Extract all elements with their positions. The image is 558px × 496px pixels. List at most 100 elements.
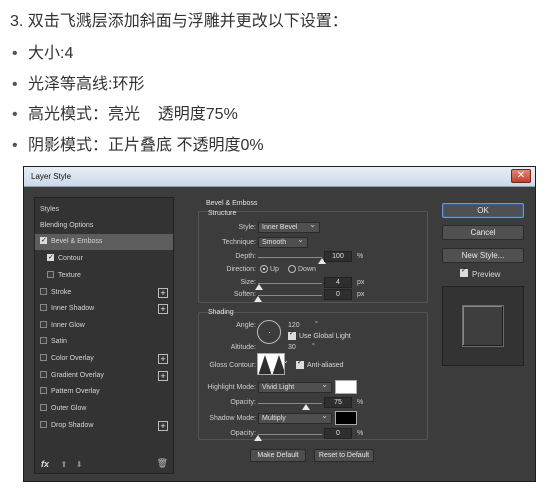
ring-contour-curve [258, 355, 284, 374]
use-global-light-checkbox[interactable] [288, 329, 296, 340]
style-item-texture[interactable]: Texture [35, 268, 173, 284]
style-item-checkbox[interactable] [40, 233, 47, 249]
style-item-checkbox[interactable] [40, 304, 47, 311]
highlight-mode-select[interactable]: Vivid Light [258, 380, 332, 393]
angle-value[interactable]: 120 [288, 322, 300, 329]
ok-button[interactable]: OK [442, 203, 524, 218]
trash-icon[interactable]: 🗑 [157, 458, 168, 469]
add-effect-icon[interactable]: + [158, 354, 168, 364]
style-item-label: Outer Glow [51, 405, 87, 412]
preview-swatch [462, 305, 504, 347]
soften-unit: px [357, 291, 365, 298]
dialog-titlebar[interactable]: Layer Style ✕ [24, 167, 535, 187]
style-item-checkbox[interactable] [40, 387, 47, 394]
style-item-checkbox[interactable] [40, 421, 47, 428]
direction-up-radio[interactable] [260, 265, 268, 273]
bevel-emboss-title: Bevel & Emboss [206, 200, 258, 207]
style-item-styles[interactable]: Styles [35, 202, 173, 218]
style-item-satin[interactable]: Satin [35, 334, 173, 350]
technique-select[interactable]: Smooth [258, 235, 308, 248]
size-slider-thumb[interactable] [255, 284, 264, 290]
altitude-label: Altitude: [230, 344, 256, 351]
style-item-checkbox[interactable] [40, 404, 47, 411]
highlight-opacity-label: Opacity: [230, 399, 256, 406]
style-item-inner-glow[interactable]: Inner Glow [35, 318, 173, 334]
cancel-button[interactable]: Cancel [442, 225, 524, 240]
move-down-icon[interactable]: ⬇ [76, 460, 83, 469]
shadow-color-swatch[interactable] [335, 411, 357, 425]
preview-checkbox[interactable] [460, 266, 468, 277]
reset-to-default-button[interactable]: Reset to Default [314, 449, 374, 462]
depth-label: Depth: [235, 253, 256, 260]
size-input[interactable]: 4 [324, 277, 352, 288]
soften-input[interactable]: 0 [324, 289, 352, 300]
depth-unit: % [357, 253, 364, 260]
bullet-dot: • [12, 76, 18, 93]
add-effect-icon[interactable]: + [158, 421, 168, 431]
style-item-checkbox[interactable] [47, 250, 54, 266]
shadow-opacity-thumb[interactable] [254, 435, 262, 441]
shadow-opacity-input[interactable]: 0 [324, 428, 352, 439]
style-item-checkbox[interactable] [47, 271, 54, 278]
bullet-text: 高光模式：亮光 透明度75% [28, 106, 238, 123]
shadow-opacity-label: Opacity: [230, 430, 256, 437]
style-item-checkbox[interactable] [40, 354, 47, 361]
add-effect-icon[interactable]: + [158, 371, 168, 381]
size-unit: px [357, 279, 365, 286]
highlight-opacity-thumb[interactable] [302, 404, 310, 410]
style-label: Style: [238, 224, 256, 231]
style-item-label: Stroke [51, 289, 72, 296]
highlight-opacity-input[interactable]: 75 [324, 397, 352, 408]
size-slider-track[interactable] [258, 283, 322, 284]
depth-input[interactable]: 100 [324, 251, 352, 262]
style-select[interactable]: Inner Bevel [258, 220, 320, 233]
shadow-mode-label: Shadow Mode: [209, 415, 256, 422]
altitude-value[interactable]: 30 [288, 344, 296, 351]
highlight-color-swatch[interactable] [335, 380, 357, 394]
add-effect-icon[interactable]: + [158, 288, 168, 298]
style-item-outer-glow[interactable]: Outer Glow [35, 401, 173, 417]
depth-slider-track[interactable] [258, 257, 322, 258]
technique-label: Technique: [222, 239, 256, 246]
gloss-contour-label: Gloss Contour: [209, 362, 256, 369]
soften-slider-track[interactable] [258, 295, 322, 296]
soften-slider-thumb[interactable] [254, 296, 262, 302]
style-item-checkbox[interactable] [40, 337, 47, 344]
direction-down-radio[interactable] [288, 265, 296, 273]
style-item-label: Satin [51, 338, 67, 345]
make-default-button[interactable]: Make Default [250, 449, 306, 462]
style-item-drop-shadow[interactable]: Drop Shadow + [35, 418, 173, 434]
close-icon[interactable]: ✕ [511, 169, 531, 183]
style-item-color-overlay[interactable]: Color Overlay + [35, 351, 173, 367]
gloss-contour-ring-icon[interactable] [257, 353, 285, 375]
style-item-checkbox[interactable] [40, 371, 47, 378]
style-item-pattern-overlay[interactable]: Pattern Overlay [35, 384, 173, 400]
add-effect-icon[interactable]: + [158, 304, 168, 314]
style-item-bevel-emboss[interactable]: Bevel & Emboss [35, 233, 173, 250]
anti-aliased-checkbox[interactable] [296, 358, 304, 369]
style-item-label: Styles [40, 206, 60, 213]
style-item-label: Contour [58, 255, 83, 262]
new-style-button[interactable]: New Style... [442, 248, 524, 263]
fx-icon[interactable]: fx [41, 459, 49, 469]
direction-up-label: Up [270, 266, 279, 273]
angle-label: Angle: [236, 322, 256, 329]
style-item-contour[interactable]: Contour [35, 250, 173, 267]
gloss-contour-dropdown-icon[interactable] [282, 356, 292, 370]
move-up-icon[interactable]: ⬆ [61, 460, 68, 469]
style-item-inner-shadow[interactable]: Inner Shadow + [35, 301, 173, 317]
bullet-text: 光泽等高线:环形 [28, 76, 145, 93]
soften-label: Soften: [233, 291, 256, 298]
style-item-stroke[interactable]: Stroke + [35, 285, 173, 301]
bullet-size: • 大小:4 [12, 39, 73, 63]
style-item-blending-options[interactable]: Blending Options [35, 218, 173, 234]
highlight-opacity-track[interactable] [258, 403, 322, 404]
shadow-mode-select[interactable]: Multiply [258, 411, 332, 424]
style-item-label: Drop Shadow [51, 422, 94, 429]
direction-down-label: Down [298, 266, 316, 273]
style-item-gradient-overlay[interactable]: Gradient Overlay + [35, 368, 173, 384]
style-item-checkbox[interactable] [40, 321, 47, 328]
style-item-checkbox[interactable] [40, 288, 47, 295]
angle-dial[interactable] [257, 320, 281, 344]
shadow-opacity-track[interactable] [258, 434, 322, 435]
